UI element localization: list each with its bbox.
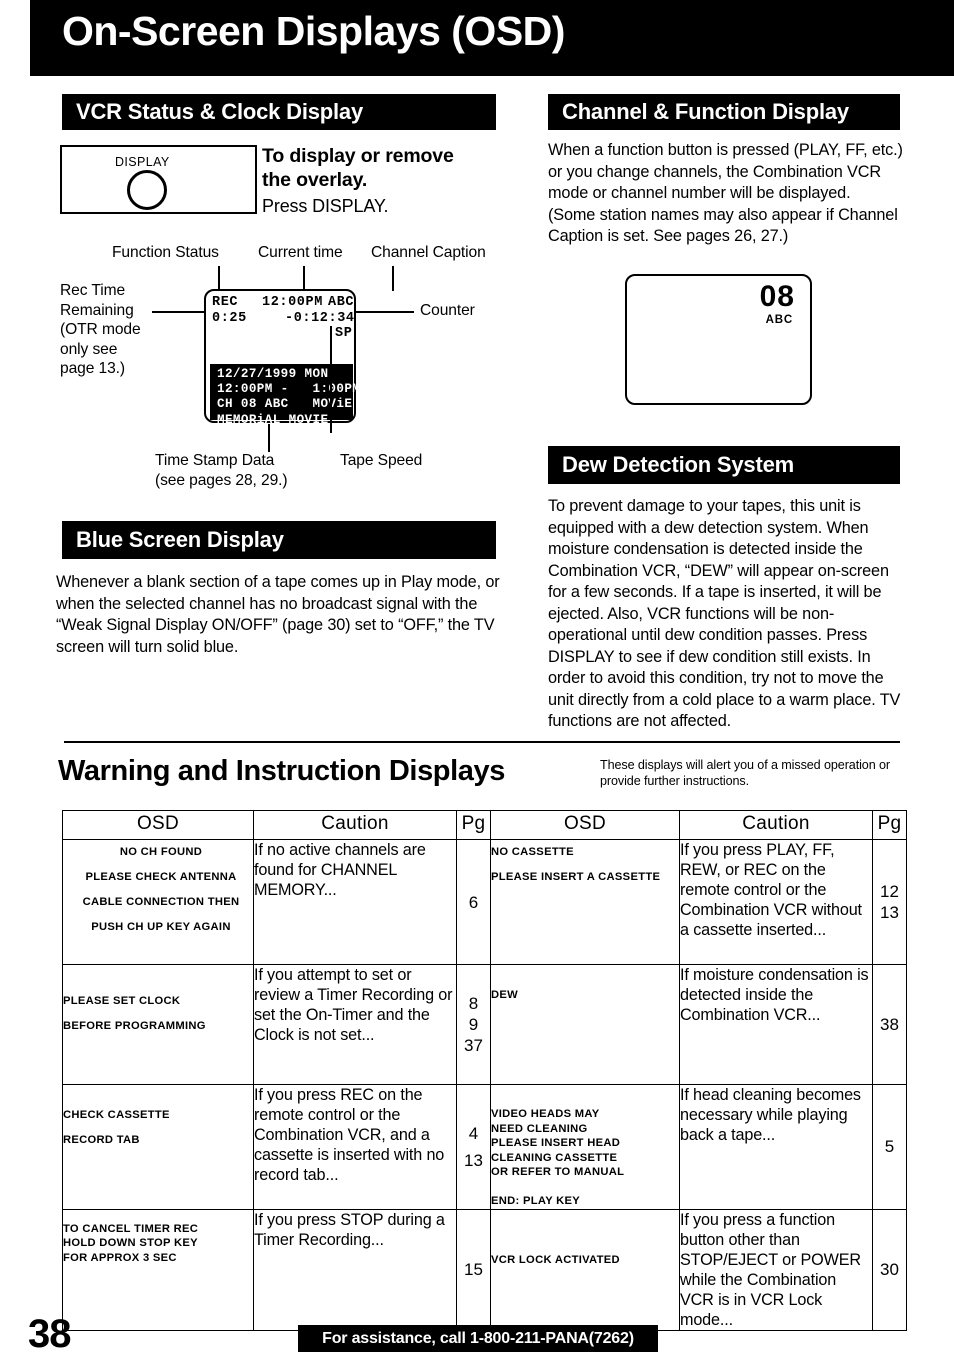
screen-rec-indicator: REC xyxy=(212,295,239,310)
page-number: 38 xyxy=(28,1312,71,1356)
table-row: PLEASE SET CLOCK BEFORE PROGRAMMING If y… xyxy=(62,964,907,1085)
display-button-knob-icon xyxy=(127,170,167,210)
section-header-channel-function-label: Channel & Function Display xyxy=(562,99,849,124)
cell-osd-right: VIDEO HEADS MAY NEED CLEANING PLEASE INS… xyxy=(490,1084,680,1210)
screen-tape-speed: SP xyxy=(335,326,353,341)
leader-line-rec-time-remaining xyxy=(152,311,207,313)
callout-counter: Counter xyxy=(420,302,475,319)
cell-osd-right: DEW xyxy=(490,964,680,1085)
cell-caution-right: If head cleaning becomes necessary while… xyxy=(679,1084,873,1210)
table-row: CHECK CASSETTE RECORD TAB If you press R… xyxy=(62,1084,907,1210)
cell-osd-right: VCR LOCK ACTIVATED xyxy=(490,1208,680,1331)
section-header-vcr-status-label: VCR Status & Clock Display xyxy=(76,99,363,124)
cell-pg-right: 38 xyxy=(872,964,907,1085)
screen-current-time: 12:00PM xyxy=(262,295,323,310)
display-instruction: Press DISPLAY. xyxy=(262,196,389,216)
cell-osd-left: PLEASE SET CLOCK BEFORE PROGRAMMING xyxy=(62,964,254,1085)
table-row: TO CANCEL TIMER REC HOLD DOWN STOP KEY F… xyxy=(62,1208,907,1331)
channel-caption-label: ABC xyxy=(765,314,793,326)
col-header-caution-right: Caution xyxy=(679,810,873,840)
cell-pg-right: 5 xyxy=(872,1084,907,1210)
cell-osd-left: CHECK CASSETTE RECORD TAB xyxy=(62,1084,254,1210)
col-header-caution-left: Caution xyxy=(253,810,457,840)
col-header-osd-left: OSD xyxy=(62,810,254,840)
cell-caution-left: If you attempt to set or review a Timer … xyxy=(253,964,457,1085)
callout-rec-time-remaining: Rec Time Remaining (OTR mode only see pa… xyxy=(60,282,141,377)
channel-function-body: When a function button is pressed (PLAY,… xyxy=(548,141,903,245)
display-instruction-bold: To display or remove the overlay. xyxy=(262,145,454,191)
callout-function-status: Function Status xyxy=(112,244,219,261)
cell-osd-left: NO CH FOUND PLEASE CHECK ANTENNA CABLE C… xyxy=(62,839,254,965)
cell-caution-right: If you press PLAY, FF, REW, or REC on th… xyxy=(679,839,873,965)
cell-pg-right: 30 xyxy=(872,1208,907,1331)
cell-osd-left: TO CANCEL TIMER REC HOLD DOWN STOP KEY F… xyxy=(62,1208,254,1331)
display-button-label: DISPLAY xyxy=(115,155,170,169)
table-header-row: OSD Caution Pg OSD Caution Pg xyxy=(62,810,907,840)
leader-line-current-time xyxy=(303,266,305,291)
screen-rec-remaining: 0:25 xyxy=(212,311,247,326)
vcr-status-screen-illustration: REC 12:00PM ABC 0:25 -0:12:34 SP 12/27/1… xyxy=(204,289,360,427)
warning-section-title: Warning and Instruction Displays xyxy=(58,755,505,787)
section-divider xyxy=(64,741,900,744)
section-header-channel-function: Channel & Function Display xyxy=(548,94,900,130)
cell-pg-left: 4 13 xyxy=(456,1084,491,1210)
section-header-blue-screen-label: Blue Screen Display xyxy=(76,527,284,552)
cell-osd-right: NO CASSETTE PLEASE INSERT A CASSETTE xyxy=(490,839,680,965)
section-header-vcr-status: VCR Status & Clock Display xyxy=(62,94,496,130)
cell-caution-left: If you press STOP during a Timer Recordi… xyxy=(253,1208,457,1331)
display-button-illustration: DISPLAY xyxy=(60,145,257,214)
screen-channel-caption: ABC xyxy=(328,295,355,310)
callout-current-time: Current time xyxy=(258,244,343,261)
section-header-dew-detection-label: Dew Detection System xyxy=(562,452,794,477)
col-header-pg-left: Pg xyxy=(456,810,491,840)
channel-number: 08 xyxy=(759,280,795,313)
table-row: NO CH FOUND PLEASE CHECK ANTENNA CABLE C… xyxy=(62,839,907,965)
col-header-osd-right: OSD xyxy=(490,810,680,840)
page-title: On-Screen Displays (OSD) xyxy=(62,8,565,54)
dew-detection-body: To prevent damage to your tapes, this un… xyxy=(548,497,901,730)
cell-caution-right: If moisture condensation is detected ins… xyxy=(679,964,873,1085)
cell-pg-right: 12 13 xyxy=(872,839,907,965)
cell-caution-left: If you press REC on the remote control o… xyxy=(253,1084,457,1210)
callout-channel-caption: Channel Caption xyxy=(371,244,486,261)
leader-line-tape-speed xyxy=(330,326,332,433)
screen-counter: -0:12:34 xyxy=(285,311,355,326)
col-header-pg-right: Pg xyxy=(872,810,907,840)
warning-displays-table: OSD Caution Pg OSD Caution Pg NO CH FOUN… xyxy=(62,810,907,1331)
page-title-banner: On-Screen Displays (OSD) xyxy=(30,0,954,76)
cell-pg-left: 8 9 37 xyxy=(456,964,491,1085)
assistance-banner: For assistance, call 1-800-211-PANA(7262… xyxy=(298,1325,658,1352)
leader-line-function-status xyxy=(218,266,220,291)
channel-display-screen-illustration: 08 ABC xyxy=(625,274,812,405)
callout-tape-speed: Tape Speed xyxy=(340,452,423,469)
blue-screen-body: Whenever a blank section of a tape comes… xyxy=(56,573,500,656)
warning-section-note: These displays will alert you of a misse… xyxy=(600,758,890,788)
leader-line-counter xyxy=(356,311,414,313)
leader-line-channel-caption xyxy=(392,266,394,291)
section-header-dew-detection: Dew Detection System xyxy=(548,446,900,484)
callout-time-stamp-data: Time Stamp Data (see pages 28, 29.) xyxy=(155,452,288,489)
cell-pg-left: 15 xyxy=(456,1208,491,1331)
leader-line-time-stamp xyxy=(268,424,270,452)
section-header-blue-screen: Blue Screen Display xyxy=(62,521,496,559)
cell-caution-left: If no active channels are found for CHAN… xyxy=(253,839,457,965)
cell-caution-right: If you press a function button other tha… xyxy=(679,1208,873,1331)
cell-pg-left: 6 xyxy=(456,839,491,965)
